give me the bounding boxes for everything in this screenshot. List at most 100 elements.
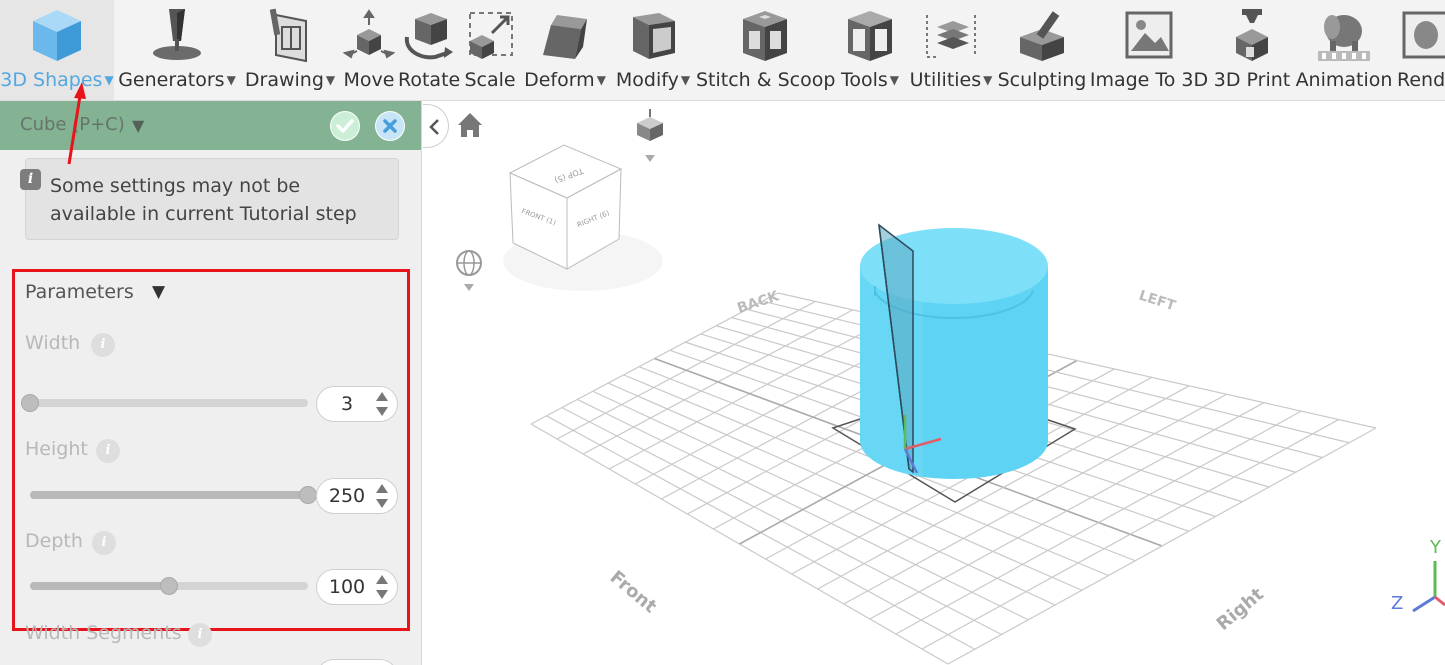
close-icon	[376, 112, 404, 140]
slider-thumb[interactable]	[299, 486, 317, 504]
depth-slider[interactable]	[30, 577, 308, 595]
chevron-down-icon: ▼	[983, 73, 993, 87]
toolbar-tools[interactable]: Tools ▼	[834, 0, 906, 100]
globe-zoom-icon[interactable]	[456, 250, 482, 291]
toolbar-3d-print[interactable]: 3D Print	[1210, 0, 1294, 100]
toolbar-label: Scale	[464, 69, 516, 91]
deform-icon	[534, 4, 596, 66]
toolbar-move[interactable]: Move	[340, 0, 398, 100]
3d-viewport[interactable]: BACK LEFT Front Right TOP (5) FRONT (1) …	[423, 101, 1445, 665]
axis-label-y: Y	[1429, 537, 1442, 558]
toolbar-label: Sculpting	[997, 69, 1087, 91]
world-axis-indicator: Y Z	[1391, 537, 1445, 614]
toolbar-3d-shapes[interactable]: 3D Shapes ▼	[0, 0, 114, 100]
parameters-title[interactable]: Parameters	[25, 281, 134, 303]
toolbar-deform[interactable]: Deform ▼	[520, 0, 610, 100]
chevron-down-icon: ▼	[596, 73, 606, 87]
info-icon: i	[20, 169, 41, 190]
chevron-down-icon: ▼	[226, 73, 236, 87]
chevron-down-icon: ▼	[325, 73, 336, 87]
toolbar-sculpting[interactable]: Sculpting	[996, 0, 1088, 100]
toolbar-animation[interactable]: Animation	[1294, 0, 1394, 100]
generator-icon	[146, 4, 208, 66]
modify-icon	[622, 4, 684, 66]
tools-icon	[839, 4, 901, 66]
toolbar-rotate[interactable]: Rotate	[398, 0, 460, 100]
rotate-icon	[398, 4, 460, 66]
grid-label-front: Front	[606, 567, 661, 618]
stepper-arrows-icon[interactable]	[375, 573, 389, 601]
scene-canvas[interactable]: BACK LEFT Front Right TOP (5) FRONT (1) …	[423, 101, 1445, 665]
toolbar-label: Stitch & Scoop	[696, 69, 836, 91]
param-label-width-segments: Width Segments	[25, 622, 182, 644]
info-icon[interactable]: i	[92, 531, 116, 555]
slider-thumb[interactable]	[21, 394, 39, 412]
slider-thumb[interactable]	[160, 577, 178, 595]
3d-print-icon	[1221, 4, 1283, 66]
drawing-icon	[259, 4, 321, 66]
animation-icon	[1313, 4, 1375, 66]
width-segments-number-input[interactable]	[316, 659, 398, 665]
width-value[interactable]: 3	[317, 387, 377, 421]
width-slider[interactable]	[21, 394, 308, 412]
info-text: Some settings may not be available in cu…	[50, 175, 357, 225]
slider-fill	[30, 582, 169, 590]
view-mode-icon[interactable]	[637, 109, 663, 162]
toolbar-label: Generators	[118, 69, 225, 91]
toolbar-label: Utilities	[909, 69, 982, 91]
slider-fill	[30, 491, 308, 499]
toolbar-label: Move	[343, 69, 395, 91]
panel-header: Cube (P+C) ▼	[0, 101, 421, 150]
toolbar-label: 3D Shapes	[0, 69, 103, 91]
home-icon[interactable]	[458, 113, 482, 137]
toolbar-label: Drawing	[244, 69, 324, 91]
chevron-down-icon[interactable]: ▼	[152, 282, 165, 302]
chevron-down-icon: ▼	[104, 73, 114, 87]
height-value[interactable]: 250	[317, 479, 377, 513]
width-number-input[interactable]: 3	[316, 386, 398, 422]
stitch-scoop-icon	[734, 4, 796, 66]
depth-number-input[interactable]: 100	[316, 569, 398, 605]
toolbar-scale[interactable]: Scale	[460, 0, 520, 100]
move-icon	[338, 4, 400, 66]
toolbar-label: Tools	[840, 69, 888, 91]
utilities-icon	[920, 4, 982, 66]
toolbar-utilities[interactable]: Utilities ▼	[906, 0, 996, 100]
check-icon	[331, 112, 359, 140]
height-number-input[interactable]: 250	[316, 478, 398, 514]
chevron-down-icon: ▼	[889, 73, 900, 87]
toolbar-render[interactable]: Rend	[1394, 0, 1445, 100]
stepper-arrows-icon[interactable]	[375, 390, 389, 418]
chevron-down-icon[interactable]: ▼	[132, 116, 144, 135]
height-slider[interactable]	[30, 486, 317, 504]
cube-icon	[26, 4, 88, 66]
chevron-left-icon	[429, 119, 439, 135]
toolbar-image-to-3d[interactable]: Image To 3D	[1088, 0, 1210, 100]
sculpting-icon	[1011, 4, 1073, 66]
info-icon[interactable]: i	[96, 439, 120, 463]
confirm-button[interactable]	[330, 111, 360, 141]
info-icon[interactable]: i	[91, 333, 115, 357]
collapse-panel-button[interactable]	[423, 104, 449, 148]
tutorial-info-box: i Some settings may not be available in …	[20, 158, 399, 240]
main-toolbar: 3D Shapes ▼ Generators ▼ Drawing ▼ Move …	[0, 0, 1445, 101]
image-to-3d-icon	[1118, 4, 1180, 66]
grid-label-left: LEFT	[1137, 288, 1178, 315]
depth-value[interactable]: 100	[317, 570, 377, 604]
toolbar-drawing[interactable]: Drawing ▼	[240, 0, 340, 100]
info-icon[interactable]: i	[188, 623, 212, 647]
view-orientation-cube[interactable]: TOP (5) FRONT (1) RIGHT (6)	[503, 144, 663, 291]
param-label-width: Width	[25, 332, 81, 354]
toolbar-modify[interactable]: Modify ▼	[610, 0, 696, 100]
toolbar-label: Animation	[1295, 69, 1393, 91]
toolbar-label: Deform	[524, 69, 595, 91]
chevron-down-icon: ▼	[680, 73, 691, 87]
stepper-arrows-icon[interactable]	[375, 482, 389, 510]
param-label-height: Height	[25, 438, 88, 460]
toolbar-label: Image To 3D	[1089, 69, 1209, 91]
toolbar-generators[interactable]: Generators ▼	[114, 0, 240, 100]
cancel-button[interactable]	[375, 111, 405, 141]
panel-title[interactable]: Cube (P+C)	[20, 114, 125, 135]
toolbar-stitch-scoop[interactable]: Stitch & Scoop	[696, 0, 836, 100]
render-icon	[1395, 4, 1445, 66]
